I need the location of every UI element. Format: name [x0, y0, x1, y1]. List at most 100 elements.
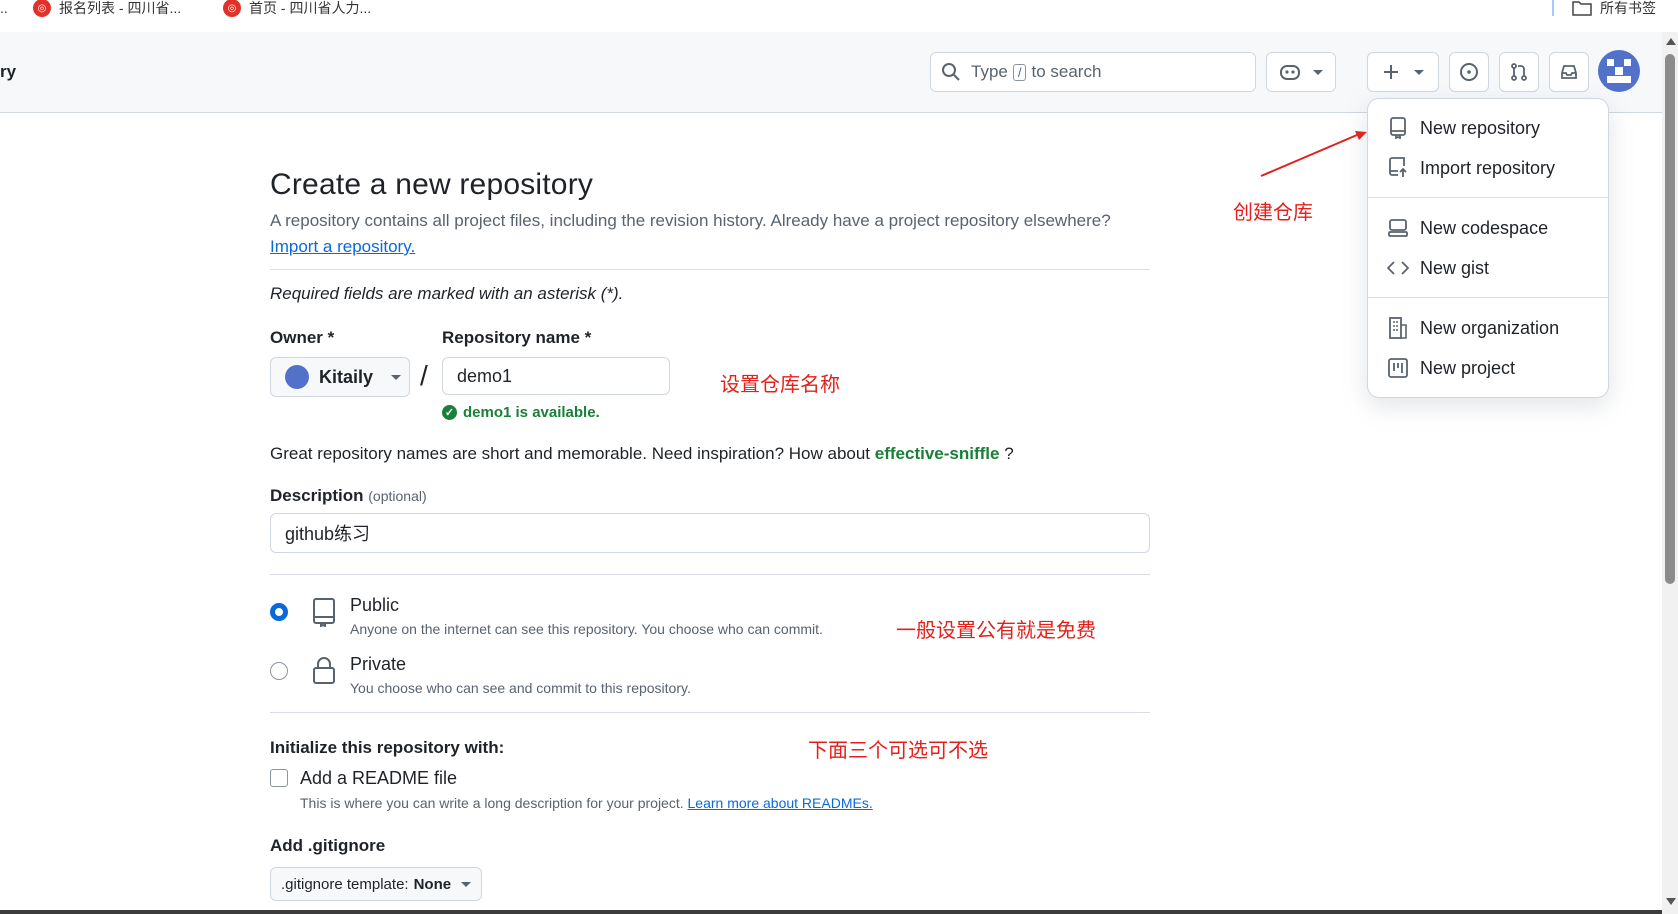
public-title: Public [350, 595, 400, 615]
folder-icon [1572, 1, 1592, 16]
private-description: You choose who can see and commit to thi… [350, 680, 691, 696]
menu-item-import-repository[interactable]: Import repository [1368, 151, 1608, 185]
gitignore-select[interactable]: .gitignore template: None [270, 867, 483, 901]
readme-desc-text: This is where you can write a long descr… [300, 795, 684, 811]
menu-item-new-project[interactable]: New project [1368, 351, 1608, 385]
all-bookmarks-label: 所有书签 [1600, 0, 1656, 16]
hint-suffix: ? [1004, 444, 1014, 463]
repo-push-icon [1387, 157, 1409, 179]
site-favicon-icon: ◎ [223, 0, 241, 17]
code-icon [1387, 257, 1409, 279]
breadcrumb[interactable]: ry [0, 62, 16, 82]
bookmark-partial[interactable]: .. [0, 0, 8, 16]
issues-button[interactable] [1449, 52, 1489, 92]
menu-item-label: New gist [1420, 257, 1490, 278]
pull-request-icon [1511, 63, 1527, 81]
bookmark-separator [1552, 0, 1554, 16]
menu-item-label: New repository [1420, 117, 1541, 138]
learn-more-readmes-link[interactable]: Learn more about READMEs. [688, 795, 873, 811]
repo-name-label: Repository name * [442, 328, 592, 347]
annotation-arrow-icon [1260, 131, 1367, 177]
page-title: Create a new repository [270, 168, 594, 201]
owner-avatar [285, 365, 309, 389]
search-icon [942, 63, 960, 81]
description-input[interactable]: github练习 [270, 513, 1150, 553]
menu-item-new-codespace[interactable]: New codespace [1368, 211, 1608, 245]
search-input[interactable]: Type / to search [930, 52, 1256, 92]
page-scrollbar[interactable] [1662, 32, 1678, 914]
menu-item-new-repository[interactable]: New repository [1368, 111, 1608, 145]
menu-item-label: Import repository [1420, 157, 1556, 178]
annotation-optional: 下面三个可选可不选 [808, 738, 988, 762]
menu-item-new-organization[interactable]: New organization [1368, 311, 1608, 345]
annotation-set-name: 设置仓库名称 [720, 372, 840, 396]
all-bookmarks-button[interactable]: 所有书签 [1572, 0, 1656, 16]
window-bottom-edge [0, 910, 1662, 914]
availability-status: ✓ demo1 is available. [442, 404, 600, 421]
menu-item-label: New organization [1420, 317, 1560, 338]
readme-label[interactable]: Add a README file [300, 768, 457, 789]
gitignore-select-prefix: .gitignore template: [281, 875, 409, 893]
menu-divider [1368, 297, 1608, 298]
public-description: Anyone on the internet can see this repo… [350, 621, 823, 637]
menu-divider [1368, 197, 1608, 198]
repo-name-input[interactable]: demo1 [442, 357, 670, 395]
required-note: Required fields are marked with an aster… [270, 284, 624, 303]
gitignore-select-value: None [413, 875, 452, 893]
repo-icon [313, 598, 335, 627]
create-new-button[interactable] [1367, 52, 1439, 92]
pull-requests-button[interactable] [1499, 52, 1539, 92]
chevron-down-icon [1414, 69, 1424, 75]
chevron-down-icon [1313, 69, 1323, 75]
search-shortcut-key: / [1012, 63, 1027, 81]
codespace-icon [1387, 217, 1409, 239]
public-radio[interactable] [270, 603, 288, 621]
check-circle-icon: ✓ [442, 405, 457, 420]
copilot-icon [1280, 65, 1300, 80]
readme-checkbox[interactable] [270, 769, 288, 787]
owner-select[interactable]: Kitaily [270, 357, 410, 397]
owner-value: Kitaily [319, 366, 374, 387]
private-title: Private [350, 654, 407, 674]
bookmark-item-1[interactable]: ◎ 报名列表 - 四川省... [33, 0, 181, 17]
import-repository-link[interactable]: Import a repository. [270, 237, 415, 256]
name-suggestion[interactable]: effective-sniffle [875, 444, 1000, 463]
description-label-text: Description [270, 486, 364, 505]
inbox-icon [1561, 65, 1577, 79]
name-hint: Great repository names are short and mem… [270, 444, 1014, 464]
scroll-down-arrow-icon[interactable] [1666, 898, 1676, 905]
availability-text: demo1 is available. [463, 404, 600, 421]
annotation-public-free: 一般设置公有就是免费 [896, 618, 1096, 642]
intro-text: A repository contains all project files,… [270, 208, 1150, 260]
project-icon [1387, 357, 1409, 379]
owner-repo-separator: / [420, 360, 428, 391]
divider [270, 712, 1150, 713]
gitignore-label: Add .gitignore [270, 836, 386, 855]
identicon-icon [1607, 59, 1631, 83]
private-radio[interactable] [270, 662, 288, 680]
menu-item-new-gist[interactable]: New gist [1368, 251, 1608, 285]
scroll-up-arrow-icon[interactable] [1666, 38, 1676, 45]
search-suffix: to search [1031, 62, 1102, 81]
readme-description: This is where you can write a long descr… [300, 795, 873, 811]
optional-tag: (optional) [368, 488, 427, 504]
menu-item-label: New project [1420, 357, 1516, 378]
copilot-button[interactable] [1266, 52, 1336, 92]
chevron-down-icon [391, 374, 402, 380]
description-value: github练习 [285, 524, 371, 544]
annotation-create-repo: 创建仓库 [1233, 200, 1313, 224]
site-favicon-icon: ◎ [33, 0, 51, 17]
owner-label: Owner * [270, 328, 335, 347]
bookmark-label: 首页 - 四川省人力... [249, 0, 372, 16]
avatar[interactable] [1598, 50, 1640, 92]
chevron-down-icon [461, 881, 472, 887]
issue-opened-icon [1460, 63, 1478, 81]
scrollbar-thumb[interactable] [1665, 54, 1675, 584]
init-label: Initialize this repository with: [270, 738, 505, 757]
bookmark-item-2[interactable]: ◎ 首页 - 四川省人力... [223, 0, 372, 17]
description-label: Description (optional) [270, 486, 427, 506]
inbox-button[interactable] [1549, 52, 1589, 92]
search-prefix: Type [971, 62, 1008, 81]
repo-name-value: demo1 [457, 365, 513, 386]
bookmarks-bar: .. ◎ 报名列表 - 四川省... ◎ 首页 - 四川省人力... 所有书签 [0, 0, 1678, 33]
